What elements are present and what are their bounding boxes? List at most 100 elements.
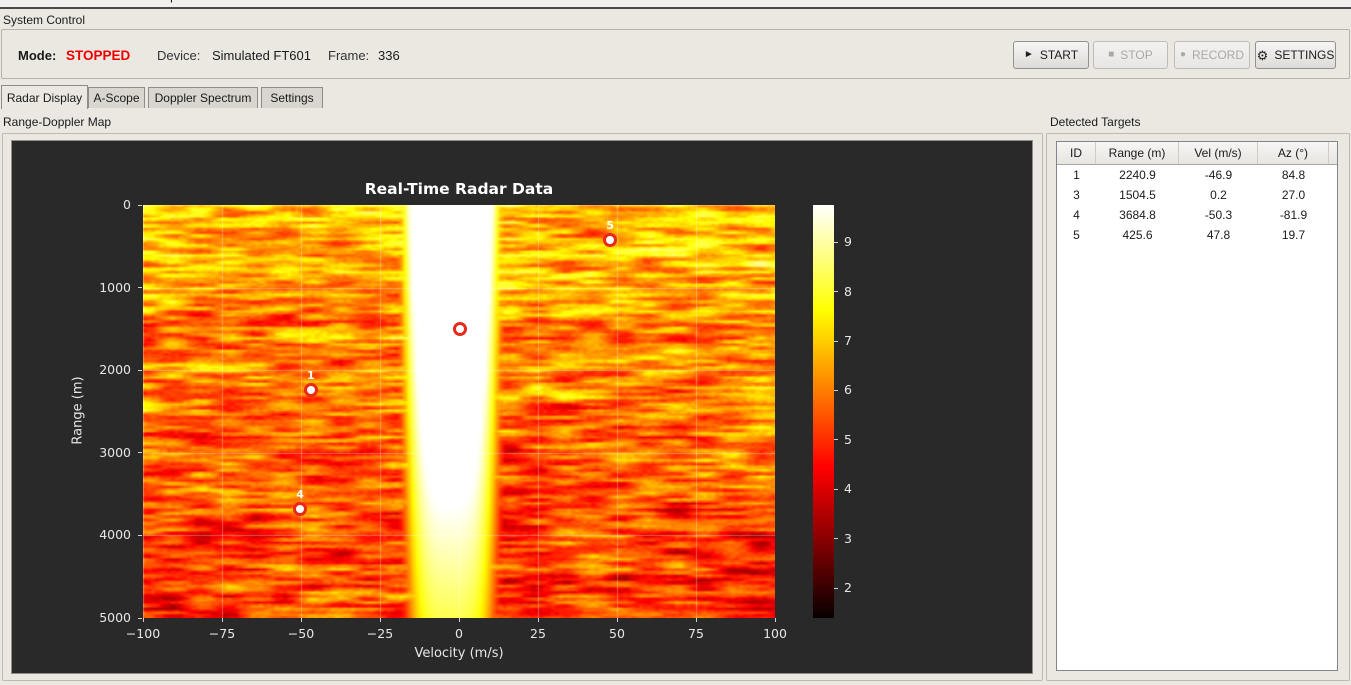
cell-az: 84.8: [1281, 168, 1306, 182]
colorbar-tick-mark: [834, 291, 838, 293]
cell-az: 19.7: [1281, 228, 1306, 242]
x-tick-label: 25: [530, 626, 546, 641]
gear-icon: ⚙: [1256, 47, 1269, 63]
stop-button-label: STOP: [1120, 48, 1153, 62]
x-tick-label: −75: [208, 626, 236, 641]
x-tick-label: 0: [455, 626, 463, 641]
colorbar-tick-mark: [834, 389, 838, 391]
tab-a-scope[interactable]: A-Scope: [88, 87, 145, 108]
cell-vel: 47.8: [1206, 228, 1231, 242]
table-row[interactable]: 1 2240.9 -46.9 84.8: [1057, 165, 1337, 185]
settings-button[interactable]: ⚙ SETTINGS: [1255, 41, 1336, 69]
record-button[interactable]: ● RECORD: [1174, 41, 1250, 69]
cell-id: 4: [1073, 208, 1080, 222]
tab-doppler-spectrum[interactable]: Doppler Spectrum: [148, 87, 258, 108]
x-tick-label: −25: [366, 626, 394, 641]
y-tick-mark: [138, 534, 142, 536]
target-marker-label: 1: [306, 369, 315, 383]
settings-button-label: SETTINGS: [1274, 48, 1335, 62]
y-tick-mark: [138, 287, 142, 289]
y-tick-label: 1000: [99, 279, 131, 295]
table-row[interactable]: 3 1504.5 0.2 27.0: [1057, 185, 1337, 205]
cell-id: 3: [1073, 188, 1080, 202]
targets-table-header: ID Range (m) Vel (m/s) Az (°): [1057, 142, 1337, 165]
colorbar-tick-mark: [834, 439, 838, 441]
menu-tools[interactable]: Tools: [91, 0, 141, 3]
col-header-vel[interactable]: Vel (m/s): [1179, 142, 1258, 165]
radar-plot-panel: Real-Time Radar Data Velocity (m/s) Rang…: [11, 140, 1033, 674]
x-tick-mark: [379, 618, 381, 622]
y-tick-mark: [138, 452, 142, 454]
x-tick-mark: [458, 618, 460, 622]
colorbar-tick-label: 9: [844, 234, 852, 250]
range-doppler-map-title: Range-Doppler Map: [3, 115, 112, 129]
tab-radar-display[interactable]: Radar Display: [1, 85, 88, 109]
x-tick-mark: [537, 618, 539, 622]
cell-id: 1: [1073, 168, 1080, 182]
menu-help[interactable]: Help: [141, 0, 188, 3]
tab-settings[interactable]: Settings: [261, 87, 323, 108]
plot-title: Real-Time Radar Data: [364, 180, 554, 198]
record-icon: ●: [1179, 49, 1187, 60]
application-window: File View Tools Help System Control Mode…: [0, 0, 1351, 685]
detected-targets-title: Detected Targets: [1050, 115, 1141, 129]
target-marker-label: 5: [606, 219, 614, 233]
table-row[interactable]: 5 425.6 47.8 19.7: [1057, 225, 1337, 245]
colorbar-tick-label: 2: [844, 580, 852, 596]
device-label: Device:: [157, 48, 201, 63]
colorbar-tick-mark: [834, 488, 838, 490]
x-axis-label: Velocity (m/s): [414, 646, 504, 661]
x-tick-mark: [300, 618, 302, 622]
y-tick-label: 4000: [99, 527, 131, 543]
colorbar-tick-label: 5: [844, 431, 852, 447]
target-marker: [303, 383, 318, 398]
frame-label: Frame:: [328, 48, 370, 63]
mode-label: Mode:: [18, 48, 57, 63]
device-value: Simulated FT601: [212, 48, 311, 63]
menu-bar: File View Tools Help: [0, 0, 1351, 9]
y-tick-mark: [138, 617, 142, 619]
play-icon: ►: [1023, 49, 1034, 60]
y-tick-label: 3000: [99, 444, 131, 460]
target-marker-label: 3: [455, 308, 464, 322]
colorbar-tick-label: 8: [844, 283, 852, 299]
x-tick-label: 100: [763, 626, 787, 641]
record-button-label: RECORD: [1192, 48, 1245, 62]
col-header-range[interactable]: Range (m): [1096, 142, 1179, 165]
x-tick-mark: [695, 618, 697, 622]
mode-value: STOPPED: [66, 48, 131, 63]
colorbar: [813, 205, 834, 618]
stop-button[interactable]: ■ STOP: [1093, 41, 1168, 69]
y-tick-label: 5000: [99, 610, 131, 625]
frame-value: 336: [378, 48, 400, 63]
x-tick-mark: [221, 618, 223, 622]
cell-vel: -46.9: [1204, 168, 1233, 182]
start-button-label: START: [1039, 48, 1079, 62]
cell-az: -81.9: [1279, 208, 1308, 222]
cell-range: 1504.5: [1119, 188, 1156, 202]
start-button[interactable]: ► START: [1013, 41, 1089, 69]
cell-vel: 0.2: [1210, 188, 1227, 202]
colorbar-tick-mark: [834, 340, 838, 342]
cell-vel: -50.3: [1204, 208, 1233, 222]
x-tick-label: −50: [287, 626, 315, 641]
x-tick-mark: [142, 618, 144, 622]
col-header-id[interactable]: ID: [1057, 142, 1096, 165]
colorbar-tick-label: 4: [844, 481, 852, 497]
target-marker: [452, 322, 467, 337]
table-row[interactable]: 4 3684.8 -50.3 -81.9: [1057, 205, 1337, 225]
colorbar-tick-mark: [834, 587, 838, 589]
x-tick-mark: [774, 618, 776, 622]
menu-file[interactable]: File: [2, 0, 43, 3]
cell-range: 2240.9: [1119, 168, 1156, 182]
range-doppler-heatmap: [143, 205, 775, 618]
detected-targets-group: ID Range (m) Vel (m/s) Az (°) 1 2240.9 -…: [1046, 133, 1350, 681]
x-tick-label: −100: [125, 626, 161, 641]
menu-view[interactable]: View: [43, 0, 91, 3]
cell-range: 3684.8: [1119, 208, 1156, 222]
cell-range: 425.6: [1122, 228, 1153, 242]
stop-icon: ■: [1108, 49, 1115, 60]
colorbar-tick-label: 7: [844, 333, 852, 349]
system-control-title: System Control: [3, 13, 86, 27]
col-header-az[interactable]: Az (°): [1258, 142, 1329, 165]
